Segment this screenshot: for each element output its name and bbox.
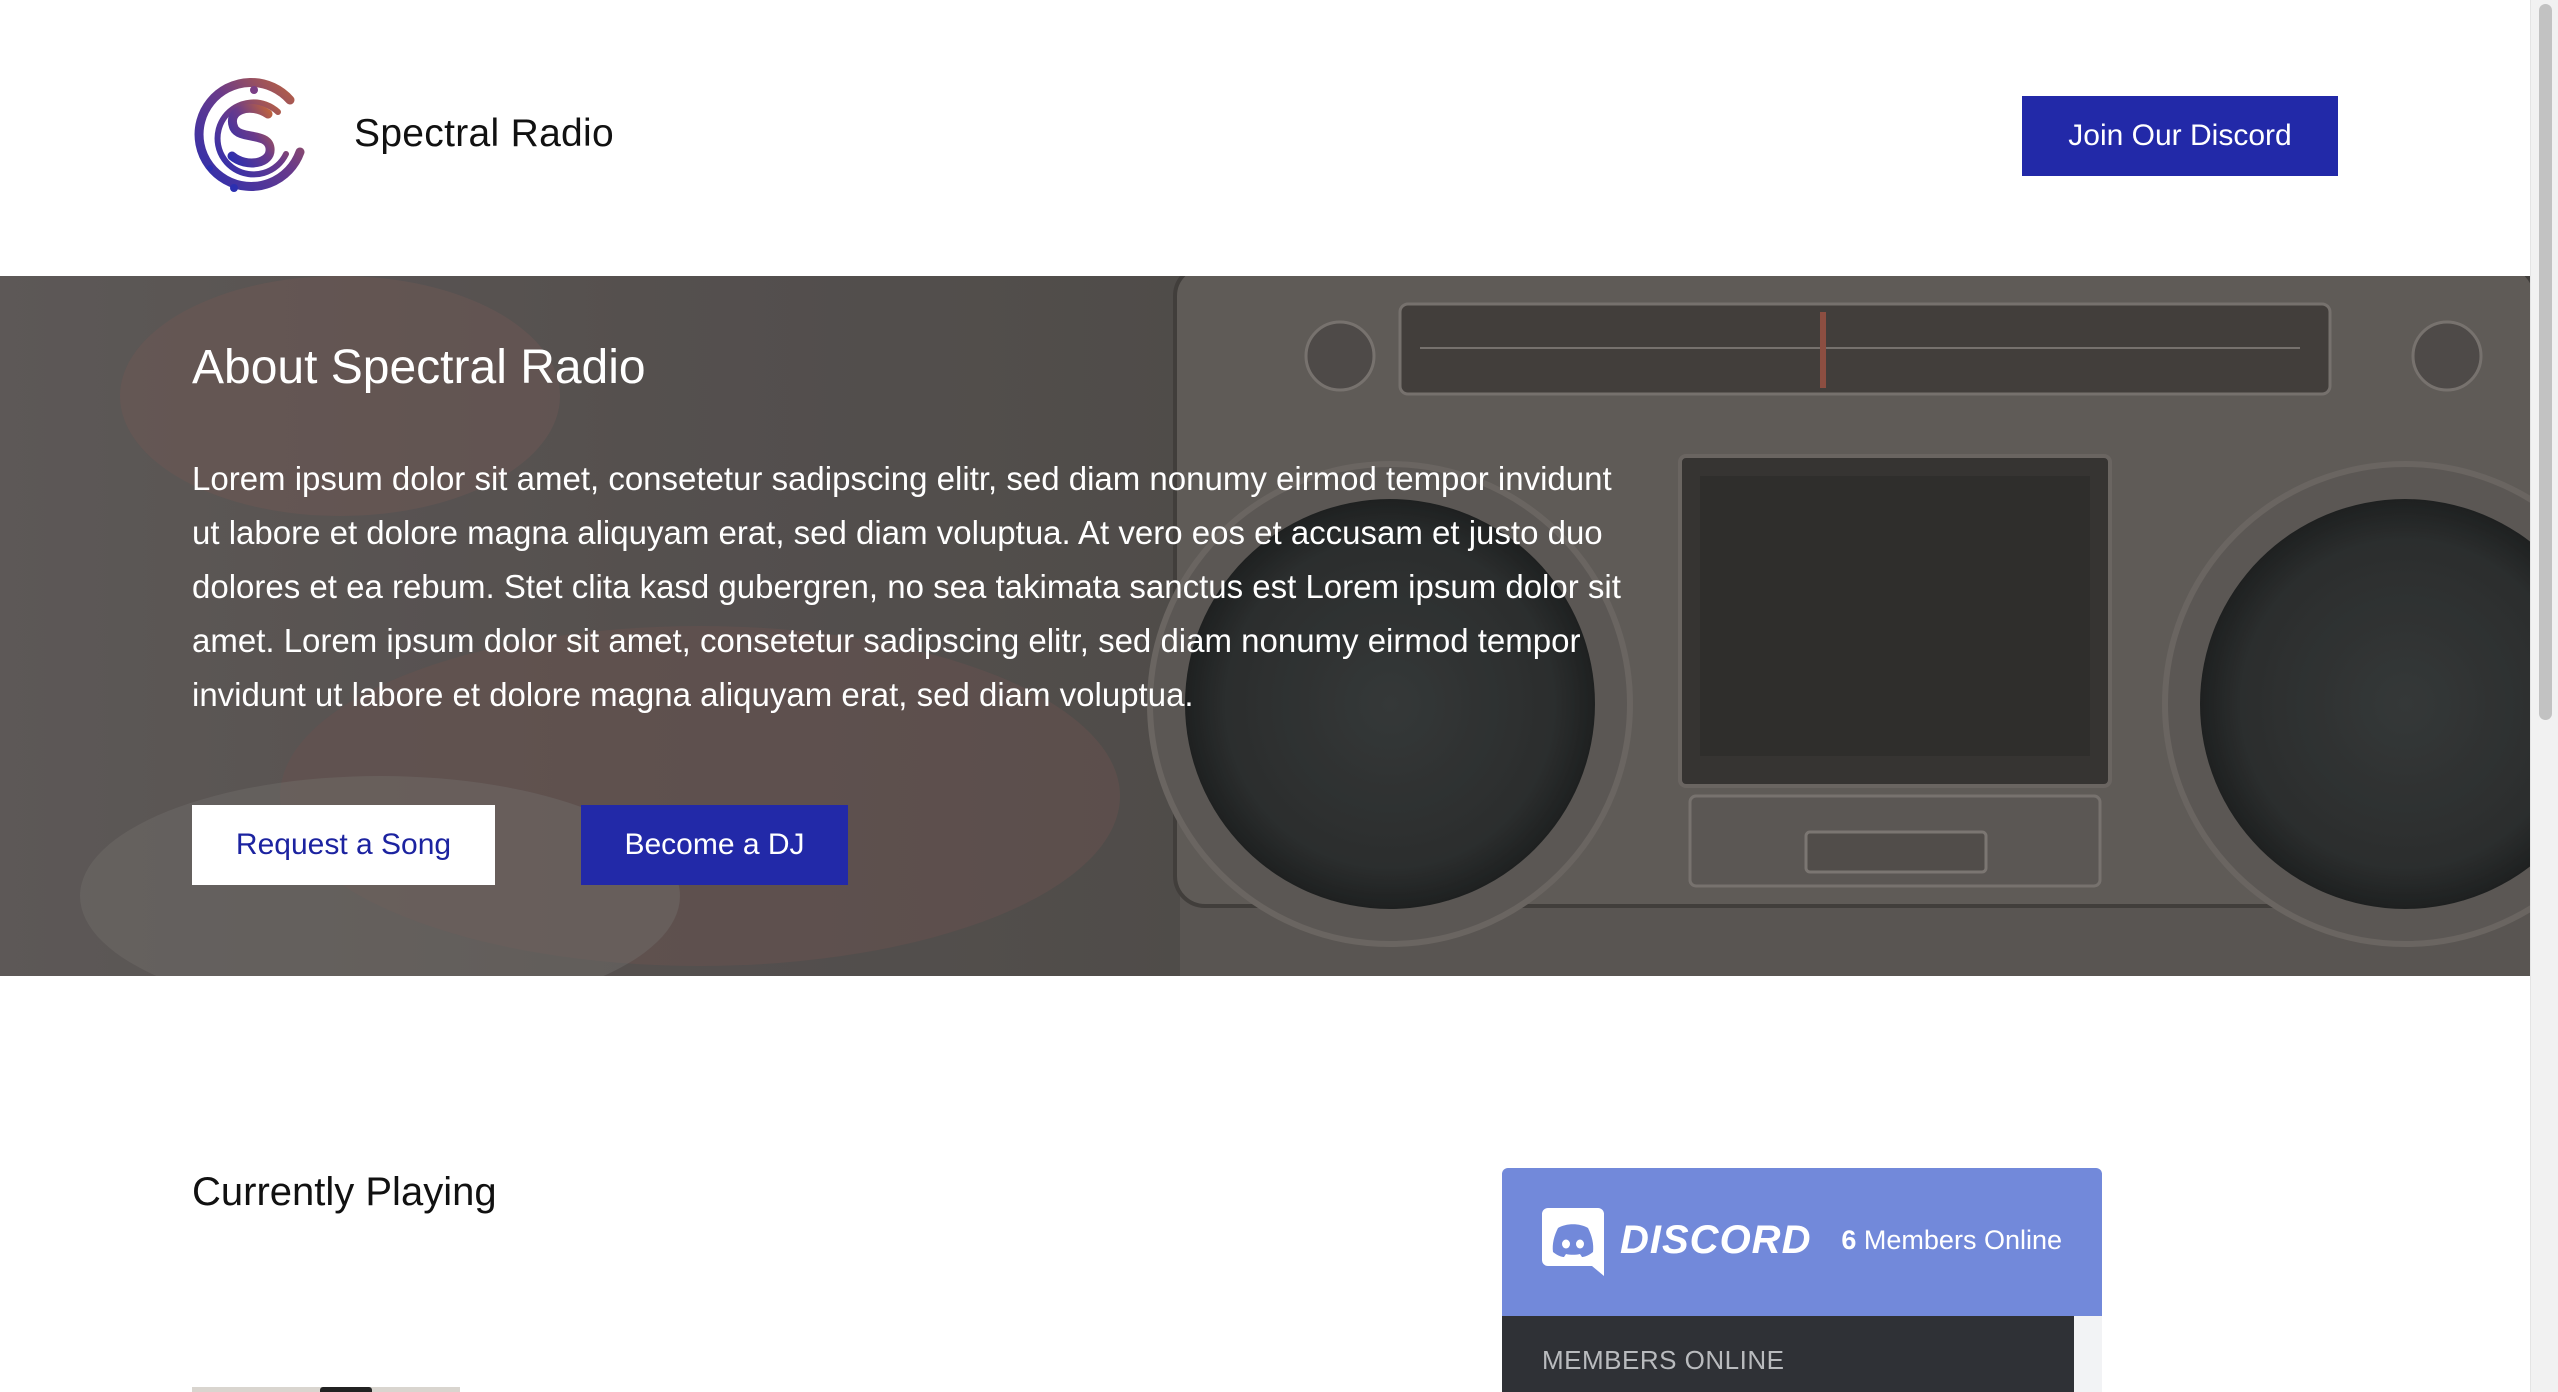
hero-paragraph: Lorem ipsum dolor sit amet, consetetur s… xyxy=(192,460,1621,713)
request-song-button[interactable]: Request a Song xyxy=(192,805,495,885)
scrollbar-thumb[interactable] xyxy=(2539,4,2552,720)
discord-widget-header: DISCORD 6 Members Online xyxy=(1502,1168,2102,1316)
brand-name[interactable]: Spectral Radio xyxy=(354,106,614,162)
spectral-radio-logo-icon[interactable] xyxy=(190,72,314,196)
discord-wordmark: DISCORD xyxy=(1620,1218,1812,1262)
page-scrollbar[interactable] xyxy=(2530,0,2558,1392)
members-count-suffix: Members Online xyxy=(1863,1225,2062,1255)
become-dj-button[interactable]: Become a DJ xyxy=(581,805,848,885)
currently-playing-title: Currently Playing xyxy=(192,1170,497,1214)
members-online-heading: MEMBERS ONLINE xyxy=(1542,1345,1785,1375)
hero-section: About Spectral Radio Lorem ipsum dolor s… xyxy=(0,276,2530,976)
site-header: Spectral Radio Join Our Discord xyxy=(0,0,2530,276)
discord-widget-scroll-area xyxy=(2074,1316,2102,1392)
page: Spectral Radio Join Our Discord About Sp… xyxy=(0,0,2530,1392)
join-discord-button[interactable]: Join Our Discord xyxy=(2022,96,2338,176)
discord-logo-icon[interactable] xyxy=(1542,1208,1604,1276)
currently-playing-thumbnail-detail xyxy=(320,1387,372,1392)
members-online-count: 6 Members Online xyxy=(1841,1218,2062,1262)
members-count-value: 6 xyxy=(1841,1225,1857,1255)
discord-widget: DISCORD 6 Members Online MEMBERS ONLINE xyxy=(1502,1168,2102,1392)
hero-title: About Spectral Radio xyxy=(192,341,646,394)
